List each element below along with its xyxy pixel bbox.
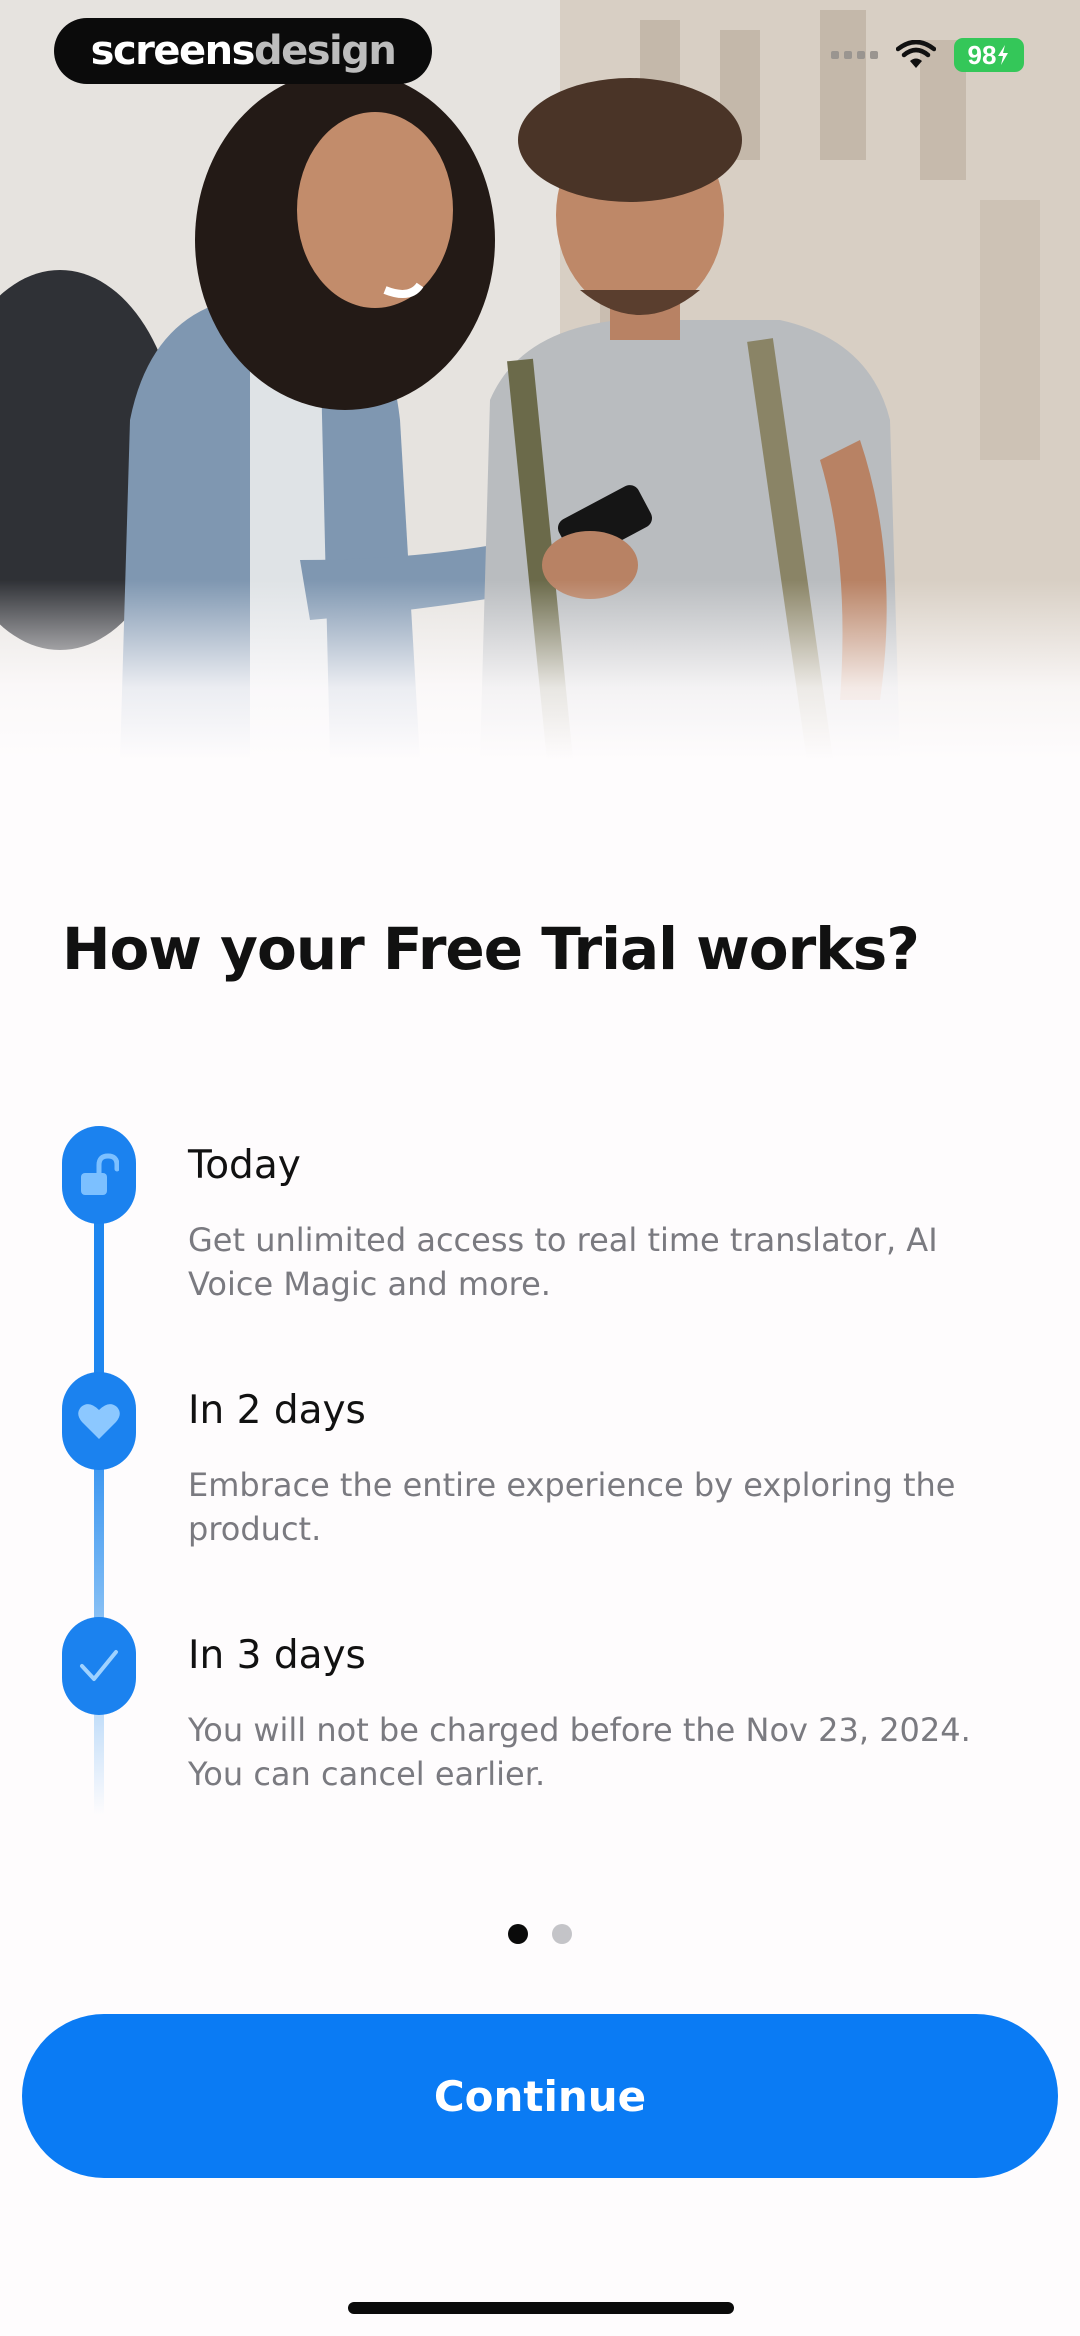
timeline-line <box>94 1175 104 1815</box>
bolt-icon <box>998 45 1009 65</box>
page-dot[interactable] <box>552 1924 572 1944</box>
step-title-3-days: In 3 days <box>188 1633 366 1678</box>
step-description-2-days: Embrace the entire experience by explori… <box>188 1466 956 1548</box>
heart-icon <box>62 1372 136 1470</box>
step-title-2-days: In 2 days <box>188 1388 366 1433</box>
continue-button[interactable]: Continue <box>22 2014 1058 2178</box>
step-description-today: Get unlimited access to real time transl… <box>188 1221 938 1303</box>
check-icon <box>62 1617 136 1715</box>
step-description-3-days: You will not be charged before the Nov 2… <box>188 1711 971 1793</box>
page-title: How your Free Trial works? <box>62 915 920 983</box>
brand-logo: screens design <box>54 18 432 84</box>
page-indicator <box>0 1924 1080 1944</box>
brand-bold-text: screens <box>90 28 256 74</box>
page-dot-active[interactable] <box>508 1924 528 1944</box>
paywall-screen: screens design 98 How your Free Trial wor… <box>0 0 1080 2336</box>
signal-icon <box>831 51 878 59</box>
step-title-today: Today <box>188 1143 301 1188</box>
wifi-icon <box>896 40 936 68</box>
status-bar: 98 <box>831 38 1024 72</box>
hero-fade <box>0 580 1080 760</box>
battery-level: 98 <box>967 39 997 70</box>
unlock-icon <box>62 1126 136 1224</box>
hero-photo <box>0 0 1080 760</box>
battery-indicator: 98 <box>954 38 1024 72</box>
brand-light-text: design <box>253 28 397 74</box>
home-indicator[interactable] <box>348 2302 734 2314</box>
